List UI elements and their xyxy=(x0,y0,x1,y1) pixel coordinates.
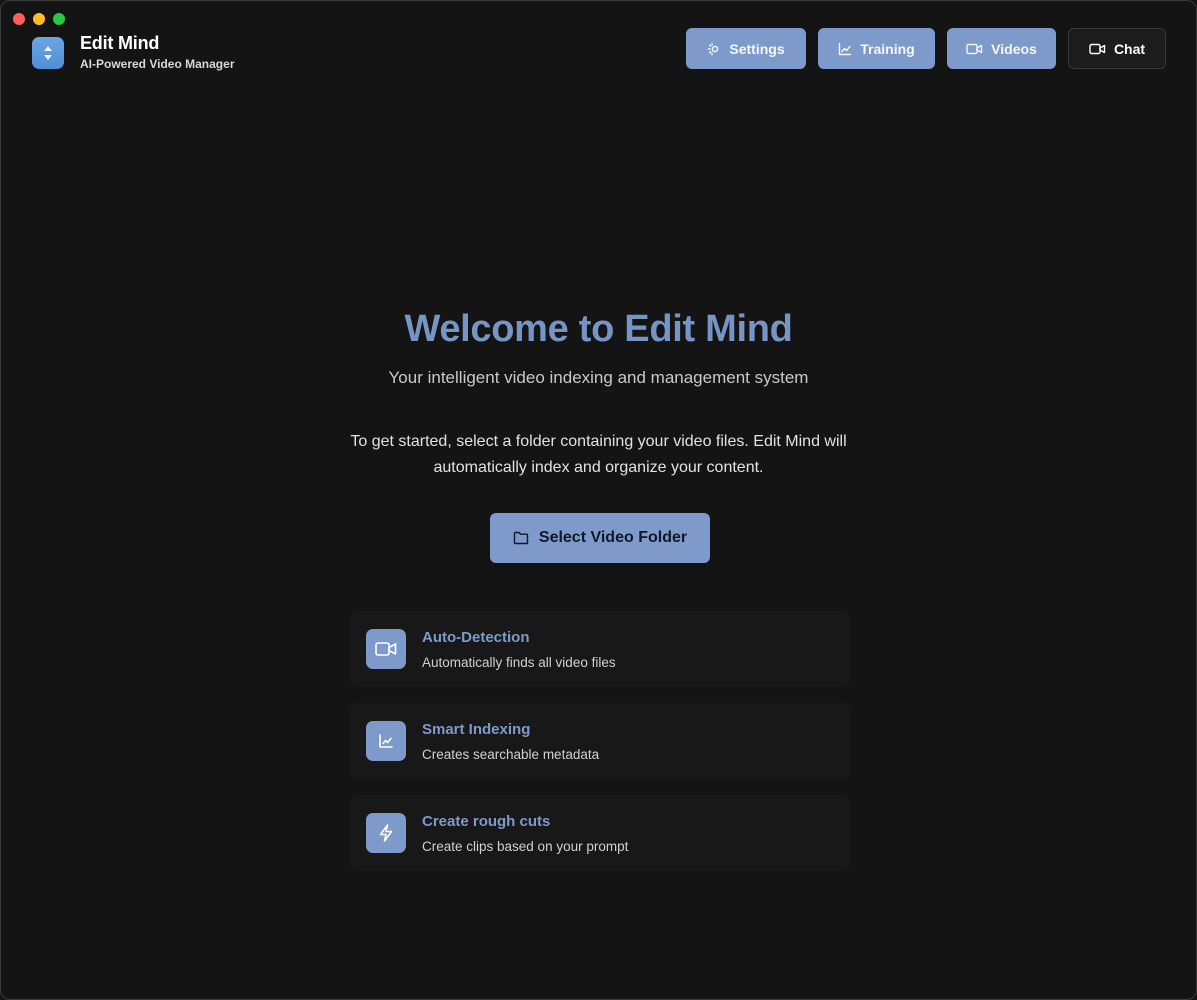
video-camera-icon xyxy=(366,629,406,669)
page-subtitle: Your intelligent video indexing and mana… xyxy=(388,368,809,387)
sun-settings-icon xyxy=(708,42,719,55)
app-window: Edit Mind AI-Powered Video Manager Setti… xyxy=(0,0,1197,1000)
app-subtitle: AI-Powered Video Manager xyxy=(80,57,235,71)
chart-line-icon xyxy=(366,721,406,761)
welcome-section: Welcome to Edit Mind Your intelligent vi… xyxy=(1,306,1196,481)
maximize-window-button[interactable] xyxy=(53,13,65,25)
feature-card-rough-cuts: Create rough cuts Create clips based on … xyxy=(350,795,850,871)
training-button[interactable]: Training xyxy=(818,28,935,69)
feature-title: Smart Indexing xyxy=(422,721,531,738)
settings-button-label: Settings xyxy=(729,40,785,57)
top-nav: Settings Training Videos Chat xyxy=(686,28,1166,69)
feature-title: Auto-Detection xyxy=(422,629,530,646)
intro-text: To get started, select a folder containi… xyxy=(350,433,847,476)
settings-button[interactable]: Settings xyxy=(686,28,806,69)
training-button-label: Training xyxy=(860,40,915,57)
chat-button[interactable]: Chat xyxy=(1068,28,1166,69)
feature-title: Create rough cuts xyxy=(422,813,551,830)
feature-description: Creates searchable metadata xyxy=(422,747,600,762)
select-video-folder-label: Select Video Folder xyxy=(538,529,688,546)
up-down-arrows-icon xyxy=(32,36,64,69)
feature-description: Automatically finds all video files xyxy=(422,655,616,670)
minimize-window-button[interactable] xyxy=(33,13,45,25)
app-title: Edit Mind xyxy=(80,33,160,53)
brand: Edit Mind AI-Powered Video Manager xyxy=(32,33,234,72)
feature-card-smart-indexing: Smart Indexing Creates searchable metada… xyxy=(350,703,850,779)
select-video-folder-button[interactable]: Select Video Folder xyxy=(490,513,710,563)
video-camera-icon xyxy=(1089,43,1106,54)
chat-button-label: Chat xyxy=(1113,40,1146,57)
videos-button[interactable]: Videos xyxy=(947,28,1056,69)
chart-line-icon xyxy=(839,42,852,55)
feature-card-auto-detection: Auto-Detection Automatically finds all v… xyxy=(350,611,850,687)
page-title: Welcome to Edit Mind xyxy=(404,308,793,350)
close-window-button[interactable] xyxy=(13,13,25,25)
window-controls xyxy=(13,13,65,25)
videos-button-label: Videos xyxy=(991,40,1037,57)
lightning-icon xyxy=(366,813,406,853)
feature-description: Create clips based on your prompt xyxy=(422,839,629,854)
folder-icon xyxy=(513,531,529,545)
video-camera-icon xyxy=(966,43,983,54)
feature-list: Auto-Detection Automatically finds all v… xyxy=(350,611,850,887)
